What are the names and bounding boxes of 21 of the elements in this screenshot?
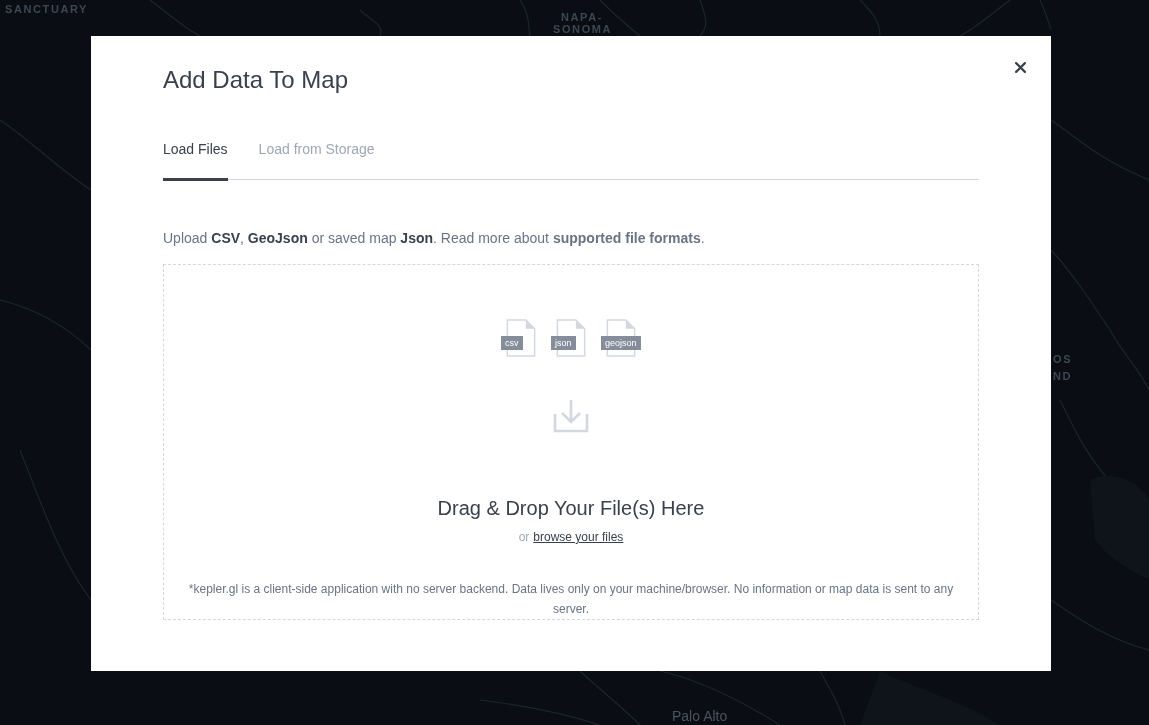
map-label: OS — [1053, 354, 1073, 365]
browse-files-link[interactable]: browse your files — [533, 528, 624, 546]
document-icon — [556, 319, 586, 357]
dialog-title: Add Data To Map — [163, 65, 348, 95]
map-label: Palo Alto — [672, 708, 728, 724]
tab[interactable]: Load Files — [163, 139, 228, 181]
map-label: SANCTUARY — [5, 4, 89, 15]
file-formats-link[interactable]: supported file formats — [552, 230, 701, 246]
download-icon — [553, 399, 589, 433]
document-icon — [506, 319, 536, 357]
map-label: ND — [1053, 371, 1073, 382]
close-icon — [1014, 61, 1026, 73]
file-type-tag: csv — [501, 336, 523, 350]
file-type-tag: geojson — [601, 336, 641, 350]
privacy-disclaimer: *kepler.gl is a client-side application with no server backend. Data lives only on your machine/browser. No information or map data is sent to any server. — [187, 581, 955, 618]
file-type-tag: json — [551, 336, 576, 350]
map-label: SONOMA — [553, 24, 613, 35]
drop-heading: Drag & Drop Your File(s) Here — [437, 496, 705, 521]
map-label: NAPA- — [561, 12, 603, 23]
or-label: or — [518, 529, 530, 546]
upload-instructions: Upload CSV, GeoJson or saved map Json. Read more about supported file formats. — [163, 229, 706, 248]
